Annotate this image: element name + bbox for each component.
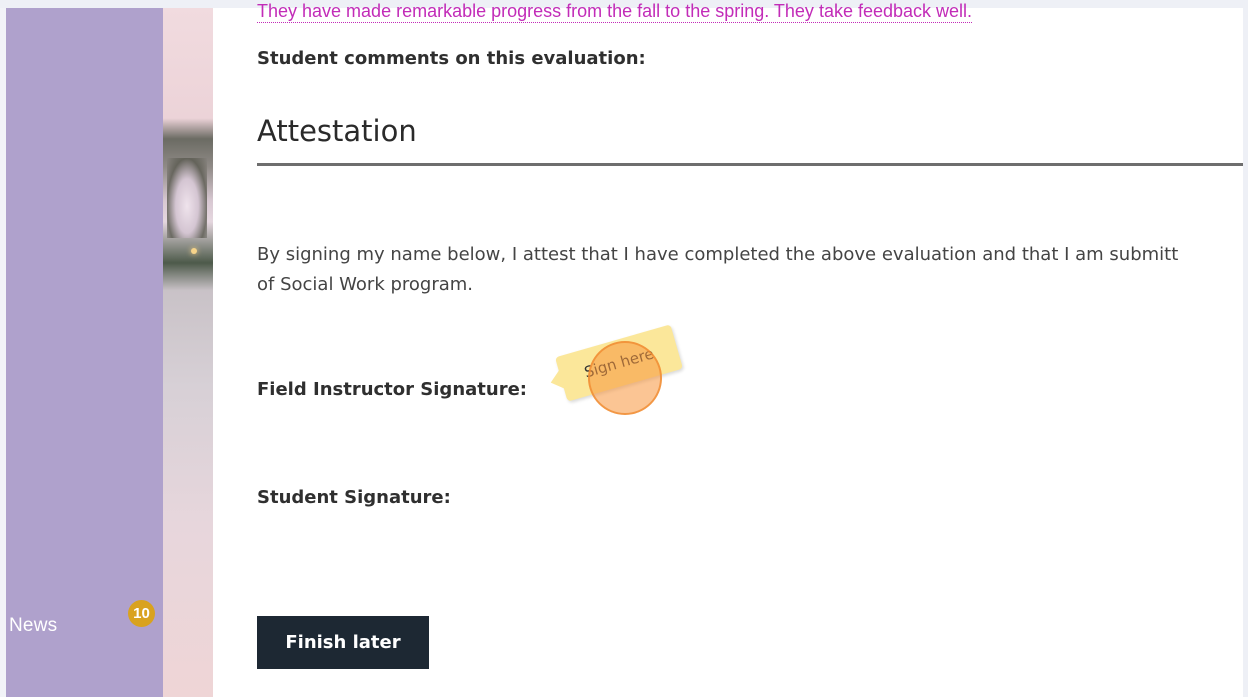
attestation-heading: Attestation [257,114,417,148]
feedback-comment: They have made remarkable progress from … [257,1,973,23]
right-edge [1243,8,1248,697]
attestation-line-2: of Social Work program. [257,274,474,295]
finish-later-button[interactable]: Finish later [257,616,429,669]
attestation-text: By signing my name below, I attest that … [257,240,1247,300]
student-comments-label: Student comments on this evaluation: [257,48,646,69]
field-instructor-signature-label: Field Instructor Signature: [257,379,527,400]
heading-divider [257,163,1247,166]
lamp-light-image [191,248,197,254]
background-photo [163,8,213,697]
news-count-badge: 10 [128,600,155,627]
cherry-tree-image [167,158,207,238]
click-indicator [588,341,662,415]
student-signature-label: Student Signature: [257,487,451,508]
attestation-line-1: By signing my name below, I attest that … [257,244,1179,265]
sidebar-item-news[interactable]: News [9,615,57,637]
sidebar: News 10 [6,8,163,697]
evaluation-form: They have made remarkable progress from … [213,1,1247,697]
